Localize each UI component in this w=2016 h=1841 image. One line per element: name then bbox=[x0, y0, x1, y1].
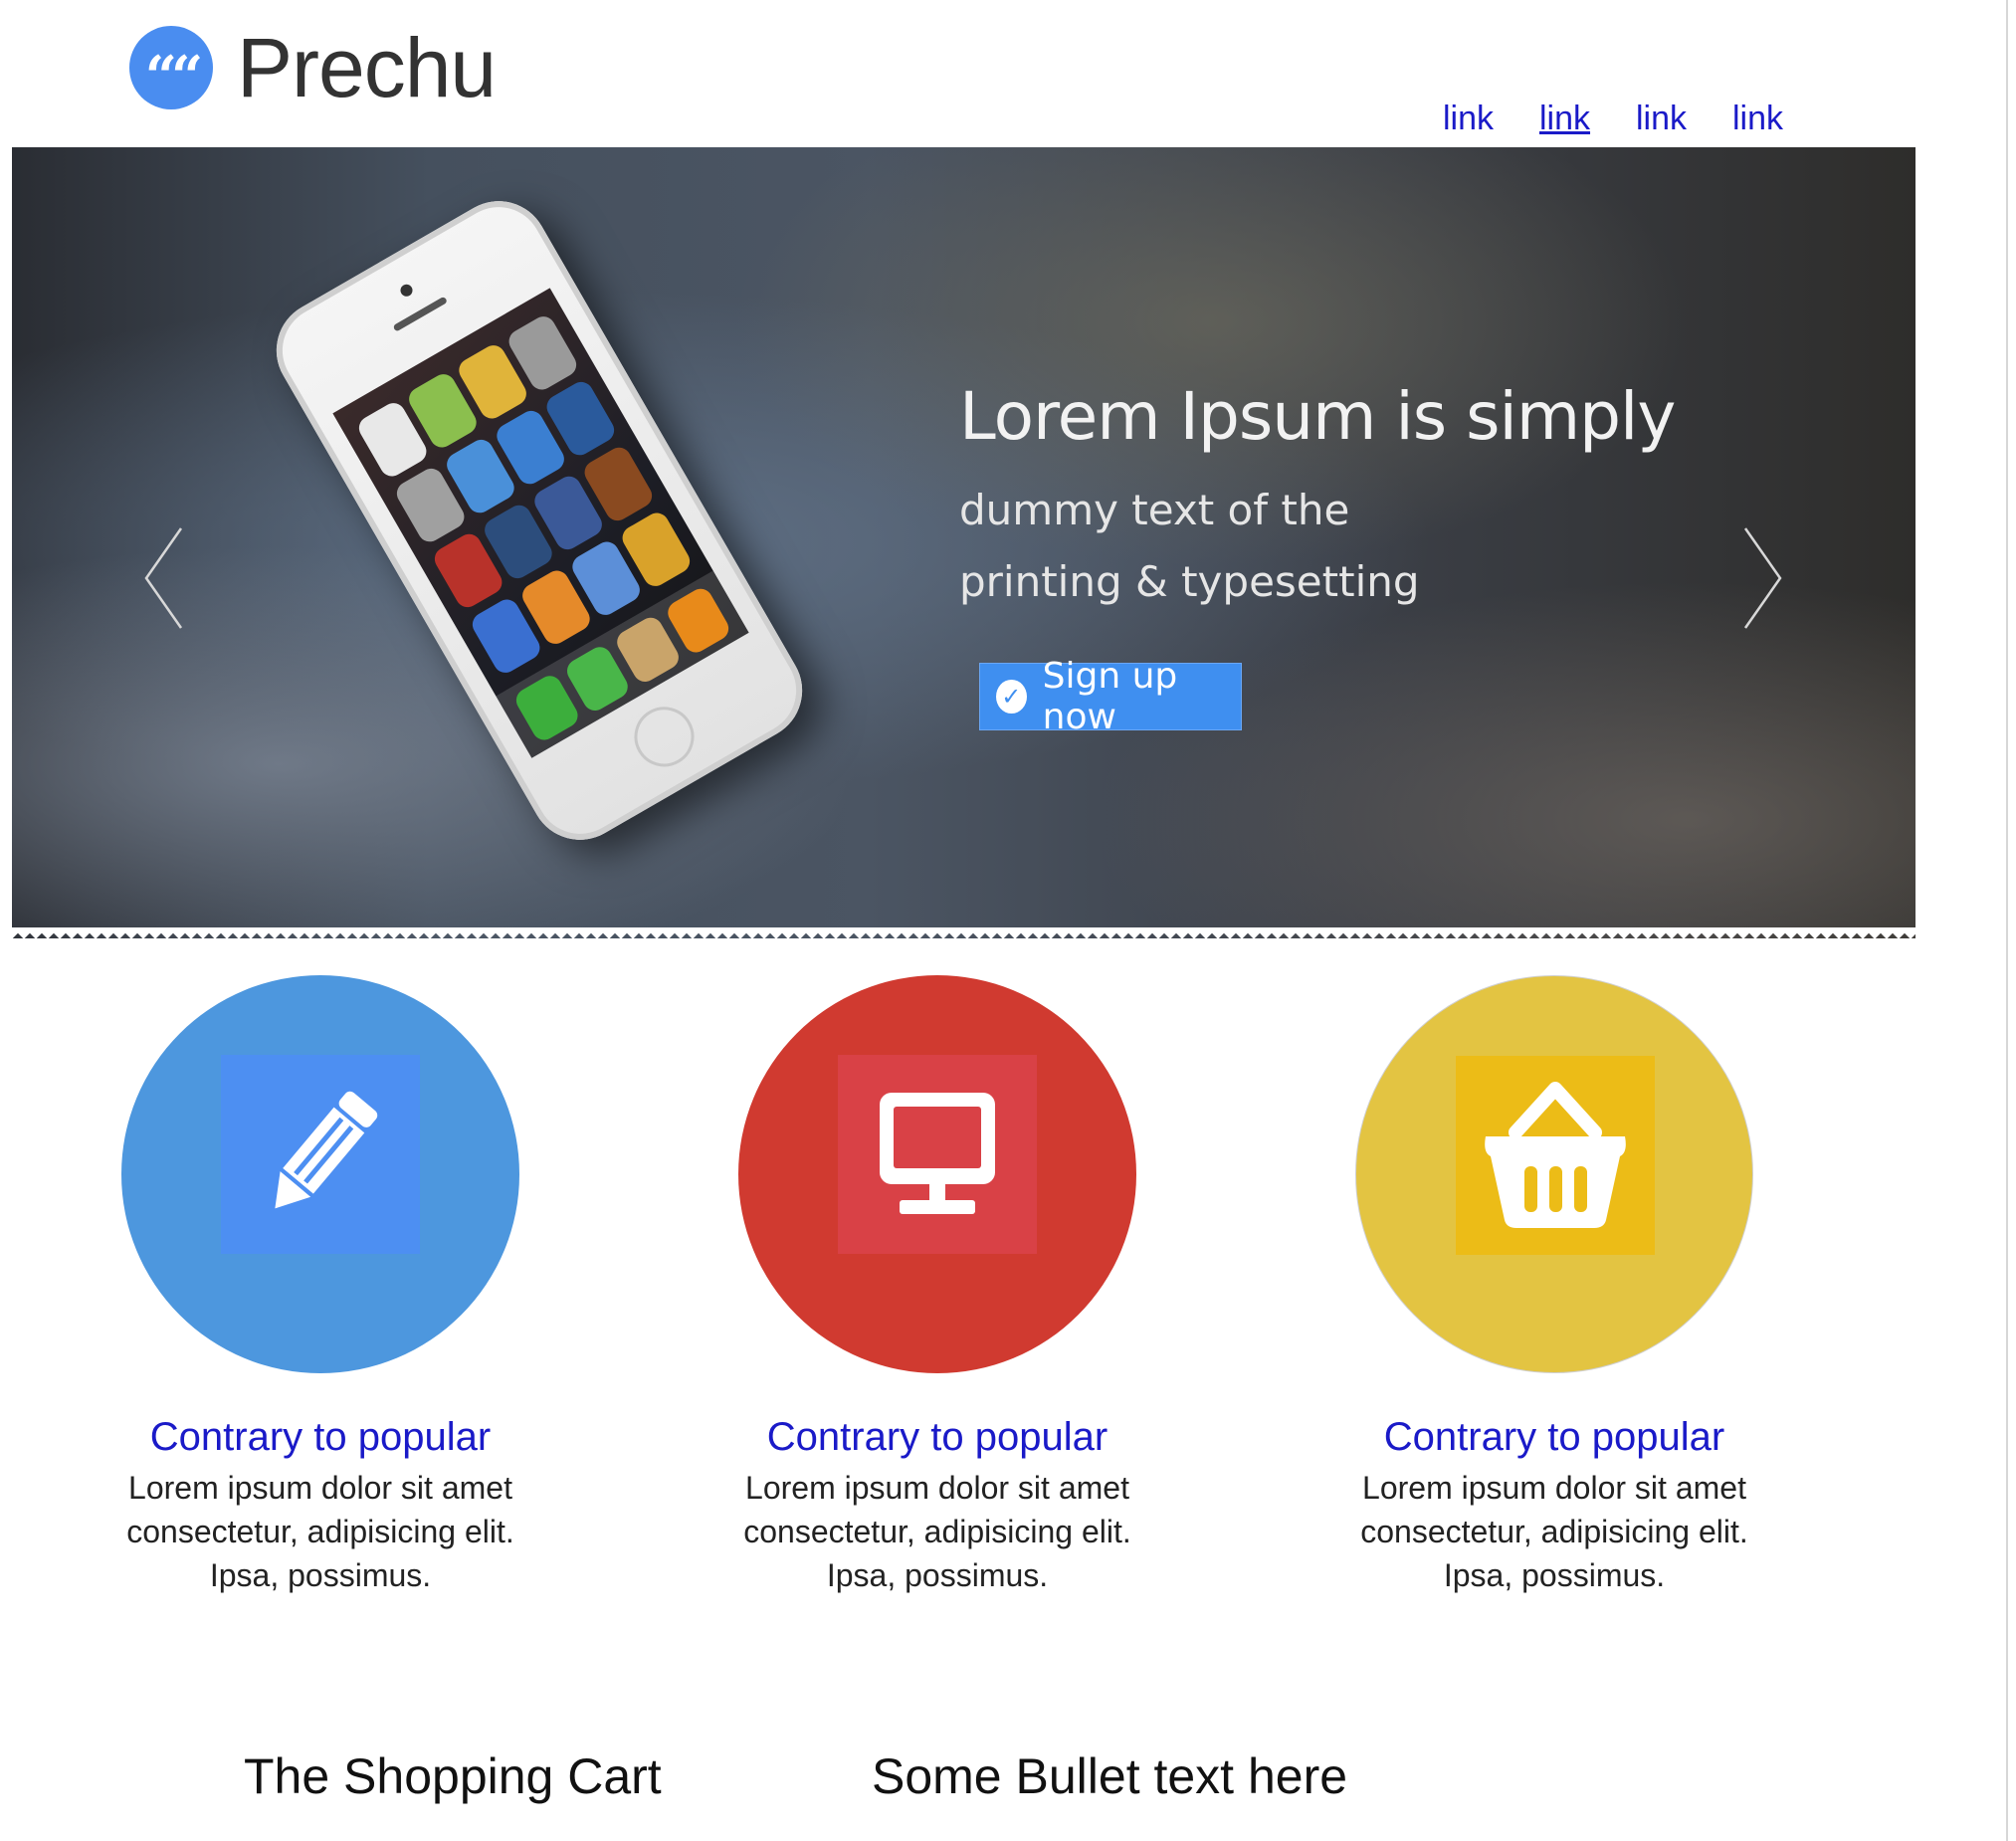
nav-link-4[interactable]: link bbox=[1732, 100, 1829, 138]
feature-card-display: Contrary to popular Lorem ipsum dolor si… bbox=[708, 975, 1166, 1597]
bullet-text-heading: Some Bullet text here bbox=[872, 1748, 1348, 1804]
top-nav: link link link link bbox=[1443, 100, 1829, 138]
feature-card-shop: Contrary to popular Lorem ipsum dolor si… bbox=[1325, 975, 1783, 1597]
feature-circle bbox=[1355, 975, 1753, 1373]
logo-text: Prechu bbox=[237, 20, 497, 114]
signup-button[interactable]: ✓ Sign up now bbox=[979, 656, 1242, 737]
feature-text: Lorem ipsum dolor sit amet consectetur, … bbox=[126, 1470, 514, 1593]
hero-subtitle-line1: dummy text of the bbox=[959, 486, 1350, 534]
basket-icon bbox=[1456, 1056, 1655, 1255]
phone-image bbox=[258, 182, 821, 859]
feature-text: Lorem ipsum dolor sit amet consectetur, … bbox=[743, 1470, 1131, 1593]
feature-title[interactable]: Contrary to popular bbox=[1325, 1415, 1783, 1460]
monitor-icon bbox=[838, 1055, 1037, 1254]
logo[interactable]: ““ Prechu bbox=[129, 21, 497, 114]
quote-icon: ““ bbox=[129, 26, 213, 109]
hero-subtitle-line2: printing & typesetting bbox=[959, 557, 1420, 606]
hero-carousel: Lorem Ipsum is simply dummy text of the … bbox=[12, 147, 1915, 938]
carousel-prev-button[interactable] bbox=[141, 523, 201, 633]
nav-link-2[interactable]: link bbox=[1539, 100, 1636, 138]
feature-card-design: Contrary to popular Lorem ipsum dolor si… bbox=[92, 975, 549, 1597]
feature-title[interactable]: Contrary to popular bbox=[708, 1415, 1166, 1460]
feature-circle bbox=[121, 975, 519, 1373]
carousel-next-button[interactable] bbox=[1725, 523, 1785, 633]
page-edge-divider bbox=[2006, 0, 2008, 1841]
feature-title[interactable]: Contrary to popular bbox=[92, 1415, 549, 1460]
hero-title: Lorem Ipsum is simply bbox=[959, 378, 1676, 455]
pencil-icon bbox=[221, 1055, 420, 1254]
shopping-cart-heading: The Shopping Cart bbox=[244, 1748, 662, 1804]
nav-link-3[interactable]: link bbox=[1636, 100, 1732, 138]
nav-link-1[interactable]: link bbox=[1443, 100, 1539, 138]
feature-text: Lorem ipsum dolor sit amet consectetur, … bbox=[1360, 1470, 1748, 1593]
feature-circle bbox=[738, 975, 1136, 1373]
check-circle-icon: ✓ bbox=[996, 680, 1027, 714]
signup-button-label: Sign up now bbox=[1042, 656, 1178, 737]
chevron-left-icon bbox=[144, 527, 183, 629]
chevron-right-icon bbox=[1743, 527, 1782, 629]
